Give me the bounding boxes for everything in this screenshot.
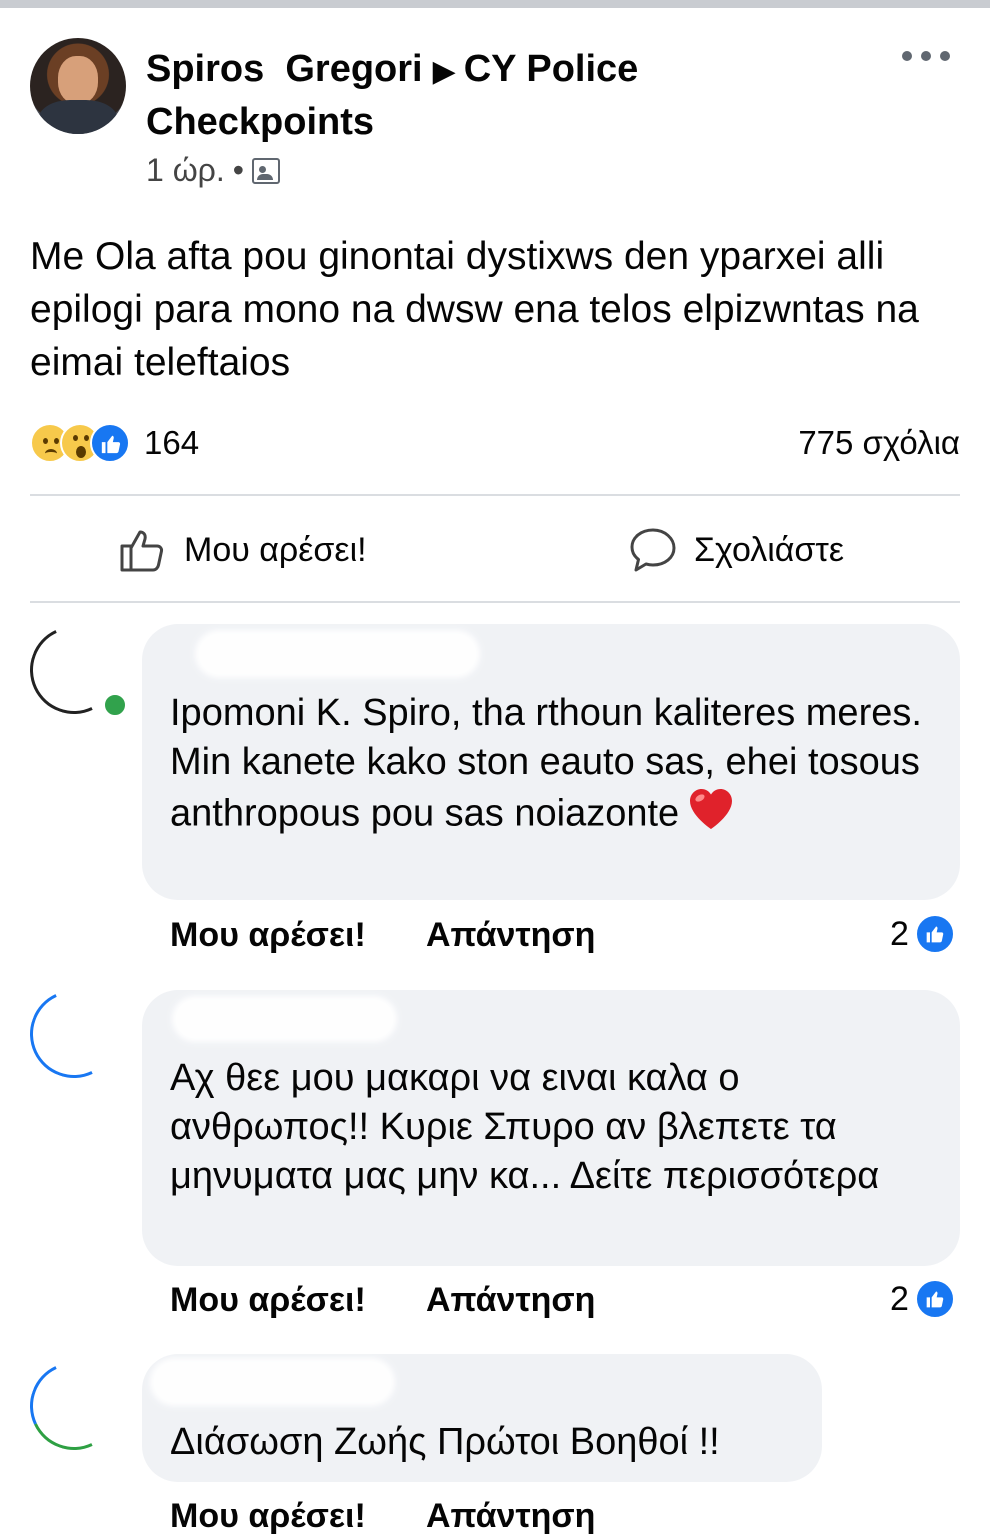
name-redaction <box>195 630 480 678</box>
comment-text: Διάσωση Ζωής Πρώτοι Βοηθοί !! <box>170 1421 720 1463</box>
comment-like-number: 2 <box>890 914 909 953</box>
avatar-body <box>38 100 118 134</box>
more-dot <box>940 51 950 61</box>
divider <box>30 601 960 603</box>
audience-members-icon[interactable] <box>251 157 280 184</box>
comment-like-button[interactable]: Μου αρέσει! <box>170 916 366 955</box>
sad-eye <box>54 438 59 444</box>
heart-icon <box>687 787 735 844</box>
name-redaction <box>150 1358 395 1406</box>
more-dot <box>902 51 912 61</box>
wow-eye <box>84 435 89 441</box>
comment-like-button[interactable]: Μου αρέσει! <box>170 1497 366 1536</box>
post-meta: 1 ώρ. • <box>146 152 280 189</box>
author-name[interactable]: Spiros Gregori <box>146 48 423 90</box>
comment-like-count[interactable]: 2 <box>890 1279 955 1319</box>
wow-mouth <box>76 446 86 458</box>
author-avatar[interactable] <box>30 38 126 134</box>
more-dot <box>921 51 931 61</box>
post-header-title: Spiros Gregori ▶ CY Police Checkpoints <box>146 44 746 147</box>
comment-bubble-icon <box>630 528 676 572</box>
divider <box>30 494 960 496</box>
comment-like-number: 2 <box>890 1279 909 1318</box>
commenter-avatar[interactable] <box>17 1349 131 1463</box>
comment-text: Ipomoni K. Spiro, tha rthoun kaliteres m… <box>170 689 940 844</box>
reaction-count: 164 <box>144 424 200 461</box>
reactions-summary[interactable]: 164 <box>30 420 199 466</box>
post-body-text: Me Ola afta pou ginontai dystixws den yp… <box>30 235 919 384</box>
commenter-avatar[interactable] <box>17 977 131 1091</box>
avatar-ring <box>17 977 131 1091</box>
comment-reply-button[interactable]: Απάντηση <box>426 916 595 955</box>
top-edge-bar <box>0 0 990 8</box>
comment-button[interactable]: Σχολιάστε <box>628 520 844 580</box>
name-redaction <box>172 996 397 1042</box>
comment-like-count[interactable]: 2 <box>890 914 955 954</box>
like-button-label: Μου αρέσει! <box>184 530 367 569</box>
comment-button-label: Σχολιάστε <box>694 530 844 569</box>
thumbs-up-icon <box>120 530 164 572</box>
like-button[interactable]: Μου αρέσει! <box>118 520 367 580</box>
avatar-ring <box>17 1349 131 1463</box>
post-time[interactable]: 1 ώρ. <box>146 152 225 189</box>
wow-eye <box>73 435 78 441</box>
comment-count[interactable]: 775 σχόλια <box>798 420 960 466</box>
online-status-icon <box>102 692 128 718</box>
like-icon <box>90 423 130 463</box>
comment-like-button[interactable]: Μου αρέσει! <box>170 1281 366 1320</box>
sad-mouth <box>45 449 57 458</box>
like-icon <box>914 1279 955 1319</box>
comment-text: Αχ θεε μου μακαρι να ειναι καλα ο ανθρωπ… <box>170 1057 880 1197</box>
sad-eye <box>43 438 48 444</box>
more-options-button[interactable] <box>902 42 950 70</box>
comment-reply-button[interactable]: Απάντηση <box>426 1497 595 1536</box>
meta-separator: • <box>232 152 244 188</box>
arrow-right-icon: ▶ <box>432 55 456 88</box>
comment-text-content: Ipomoni K. Spiro, tha rthoun kaliteres m… <box>170 692 922 835</box>
like-icon <box>914 914 955 954</box>
avatar-face <box>58 56 98 104</box>
comment-reply-button[interactable]: Απάντηση <box>426 1281 595 1320</box>
